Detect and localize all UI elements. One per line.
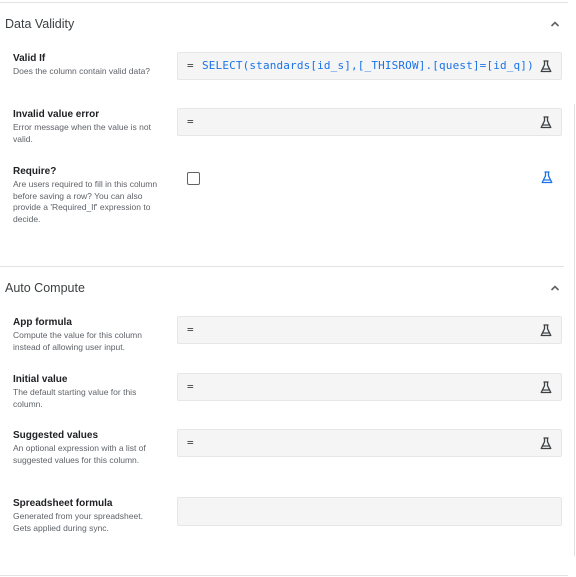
field-description: An optional expression with a list of su… bbox=[13, 443, 146, 465]
field-require: Require? Are users required to fill in t… bbox=[13, 166, 163, 225]
field-label: Initial value bbox=[13, 374, 68, 385]
field-description: Are users required to fill in this colum… bbox=[13, 179, 158, 224]
scrollbar[interactable] bbox=[574, 104, 575, 556]
field-app-formula: App formula Compute the value for this c… bbox=[13, 317, 163, 353]
field-description: Does the column contain valid data? bbox=[13, 66, 151, 76]
flask-icon[interactable] bbox=[540, 324, 552, 337]
flask-icon[interactable] bbox=[540, 116, 552, 129]
top-divider bbox=[0, 2, 568, 3]
field-label: Spreadsheet formula bbox=[13, 498, 113, 509]
spreadsheet-formula-input bbox=[177, 497, 562, 526]
field-label: Invalid value error bbox=[13, 109, 100, 120]
equals-prefix: = bbox=[187, 115, 194, 128]
bottom-divider bbox=[0, 575, 568, 576]
equals-prefix: = bbox=[187, 59, 194, 72]
flask-icon[interactable] bbox=[541, 171, 553, 184]
section-divider bbox=[0, 266, 564, 267]
flask-icon[interactable] bbox=[540, 437, 552, 450]
field-description: The default starting value for this colu… bbox=[13, 387, 137, 409]
field-description: Compute the value for this column instea… bbox=[13, 330, 142, 352]
valid-if-expression-value[interactable]: SELECT(standards[id_s],[_THISROW].[quest… bbox=[202, 59, 540, 72]
section-title-data-validity: Data Validity bbox=[5, 17, 75, 31]
field-description: Generated from your spreadsheet. Gets ap… bbox=[13, 511, 143, 533]
require-checkbox[interactable] bbox=[187, 172, 200, 185]
initial-value-input[interactable]: = bbox=[177, 373, 562, 401]
section-title-auto-compute: Auto Compute bbox=[5, 281, 85, 295]
field-valid-if: Valid If Does the column contain valid d… bbox=[13, 53, 163, 78]
field-label: Require? bbox=[13, 166, 57, 177]
chevron-up-icon[interactable] bbox=[550, 284, 560, 292]
field-label: App formula bbox=[13, 317, 72, 328]
chevron-up-icon[interactable] bbox=[550, 20, 560, 28]
equals-prefix: = bbox=[187, 323, 194, 336]
app-formula-input[interactable]: = bbox=[177, 316, 562, 344]
field-invalid-value-error: Invalid value error Error message when t… bbox=[13, 109, 163, 145]
field-label: Suggested values bbox=[13, 430, 99, 441]
suggested-values-input[interactable]: = bbox=[177, 429, 562, 457]
equals-prefix: = bbox=[187, 436, 194, 449]
field-description: Error message when the value is not vali… bbox=[13, 122, 151, 144]
valid-if-expression-input[interactable]: = SELECT(standards[id_s],[_THISROW].[que… bbox=[177, 52, 562, 80]
flask-icon[interactable] bbox=[540, 60, 552, 73]
field-label: Valid If bbox=[13, 53, 46, 64]
field-spreadsheet-formula: Spreadsheet formula Generated from your … bbox=[13, 498, 163, 534]
field-initial-value: Initial value The default starting value… bbox=[13, 374, 163, 410]
flask-icon[interactable] bbox=[540, 381, 552, 394]
invalid-value-error-input[interactable]: = bbox=[177, 108, 562, 136]
equals-prefix: = bbox=[187, 380, 194, 393]
field-suggested-values: Suggested values An optional expression … bbox=[13, 430, 163, 466]
